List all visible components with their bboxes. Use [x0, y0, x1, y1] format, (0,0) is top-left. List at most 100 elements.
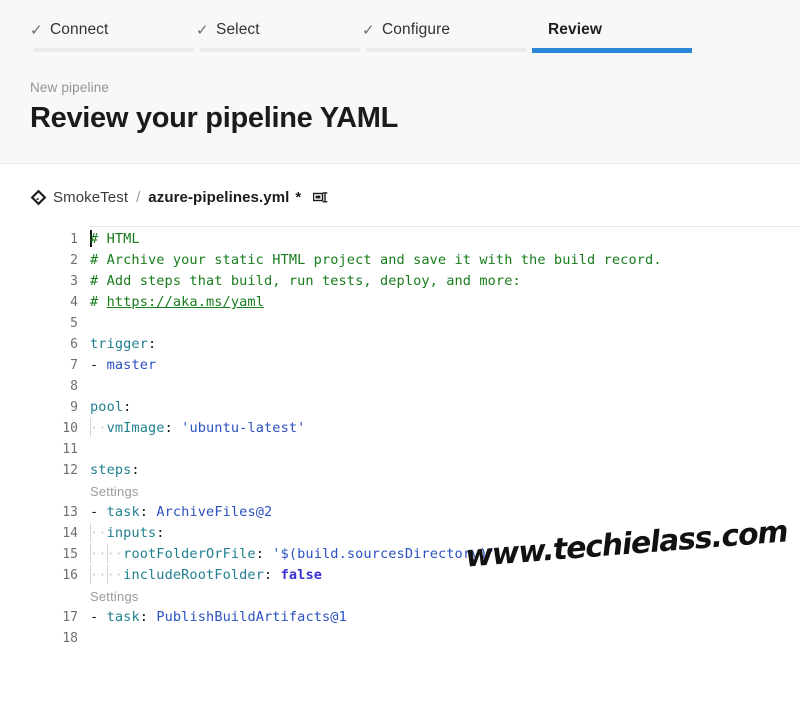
code-line-row: 11 [0, 439, 800, 460]
code-line-row: 5 [0, 313, 800, 334]
line-number: 18 [62, 631, 78, 646]
line-number: 9 [70, 400, 78, 415]
code-token: includeRootFolder [123, 567, 264, 583]
line-number: 12 [62, 463, 78, 478]
line-number: 17 [62, 610, 78, 625]
code-line-text: steps: [82, 460, 800, 481]
breadcrumb-repo-name[interactable]: SmokeTest [53, 189, 128, 206]
wizard-tab-review[interactable]: Review [528, 15, 694, 53]
breadcrumb-file-name[interactable]: azure-pipelines.yml [148, 189, 289, 206]
code-line-row: 6 trigger: [0, 334, 800, 355]
line-number: 7 [70, 358, 78, 373]
code-token: '$(build.sourcesDirectory)' [272, 546, 496, 562]
code-line-text: # Archive your static HTML project and s… [82, 250, 800, 271]
code-token: : [123, 399, 132, 415]
indent-space: ·· [90, 525, 107, 541]
code-token: : [255, 546, 264, 562]
code-line-text: # HTML [82, 229, 800, 250]
check-icon: ✓ [362, 21, 375, 39]
code-line-row: 1 # HTML [0, 229, 800, 250]
wizard-tab-select[interactable]: ✓ Select [196, 15, 362, 52]
code-token: ArchiveFiles@2 [156, 504, 273, 520]
wizard-tab-progress-rail [366, 48, 526, 52]
page-title: Review your pipeline YAML [30, 102, 398, 134]
code-line-row: 14 ··inputs: [0, 523, 800, 544]
code-token: # Archive your static HTML project and s… [90, 252, 662, 268]
codelens-settings-link[interactable]: Settings [82, 586, 800, 607]
code-token: # Add steps that build, run tests, deplo… [90, 273, 521, 289]
code-line-row: 12 steps: [0, 460, 800, 481]
indent-space: ·· [90, 420, 107, 436]
code-line-text: ····includeRootFolder: false [82, 565, 800, 586]
code-line-row: 13 - task: ArchiveFiles@2 [0, 502, 800, 523]
code-line-row: 10 ··vmImage: 'ubuntu-latest' [0, 418, 800, 439]
page-header: New pipeline Review your pipeline YAML [0, 56, 800, 164]
code-line-row: 16 ····includeRootFolder: false [0, 565, 800, 586]
code-token: vmImage [106, 420, 165, 436]
indent-space: ·· [106, 546, 124, 562]
rename-file-icon[interactable] [313, 190, 329, 205]
line-number: 2 [70, 253, 78, 268]
azure-repos-git-icon [30, 189, 47, 206]
line-number: 16 [62, 568, 78, 583]
code-line-text: - master [82, 355, 800, 376]
line-number: 15 [62, 547, 78, 562]
code-line-text: # https://aka.ms/yaml [82, 292, 800, 313]
code-line-row: 8 [0, 376, 800, 397]
wizard-tab-progress-rail [532, 48, 692, 53]
code-token: false [280, 567, 323, 583]
wizard-tab-configure[interactable]: ✓ Configure [362, 15, 528, 52]
wizard-tab-label: Connect [50, 21, 109, 38]
wizard-tab-progress-rail [200, 48, 360, 52]
code-token: steps [90, 462, 132, 478]
code-token: : [156, 525, 165, 541]
codelens-row[interactable]: Settings [0, 481, 800, 502]
code-line-row: 4 # https://aka.ms/yaml [0, 292, 800, 313]
code-line-text: ··inputs: [82, 523, 800, 544]
yaml-editor[interactable]: 1 # HTML 2 # Archive your static HTML proje… [0, 226, 800, 676]
code-token: : [139, 609, 149, 625]
check-icon: ✓ [30, 21, 43, 39]
wizard-tab-label: Review [548, 21, 603, 38]
line-number: 10 [62, 421, 78, 436]
code-token: # HTML [90, 231, 140, 247]
line-number: 6 [70, 337, 78, 352]
code-token: PublishBuildArtifacts@1 [156, 609, 347, 625]
code-token: : [139, 504, 149, 520]
code-token: rootFolderOrFile [123, 546, 256, 562]
code-token: : [131, 462, 140, 478]
codelens-settings-link[interactable]: Settings [82, 481, 800, 502]
code-line-row: 2 # Archive your static HTML project and … [0, 250, 800, 271]
code-line-row: 15 ····rootFolderOrFile: '$(build.sources… [0, 544, 800, 565]
code-line-row: 3 # Add steps that build, run tests, depl… [0, 271, 800, 292]
code-token: # [90, 294, 107, 310]
check-icon: ✓ [196, 21, 209, 39]
code-token: trigger [90, 336, 148, 352]
indent-space: ·· [90, 567, 107, 583]
indent-space: ·· [90, 546, 107, 562]
indent-space: ·· [106, 567, 124, 583]
wizard-tabs: ✓ Connect ✓ Select ✓ Configure Review [0, 0, 800, 56]
code-token: pool [90, 399, 124, 415]
breadcrumb-eyebrow: New pipeline [30, 80, 110, 95]
code-token[interactable]: https://aka.ms/yaml [107, 294, 264, 310]
code-line-text: - task: ArchiveFiles@2 [82, 502, 800, 523]
wizard-tab-connect[interactable]: ✓ Connect [30, 15, 196, 52]
code-token: Settings [90, 484, 139, 499]
wizard-step-bar: ✓ Connect ✓ Select ✓ Configure Review [0, 0, 800, 56]
code-token: task [106, 609, 140, 625]
code-token: : [164, 420, 173, 436]
code-lines: 1 # HTML 2 # Archive your static HTML proje… [0, 226, 800, 649]
code-line-text: # Add steps that build, run tests, deplo… [82, 271, 800, 292]
code-line-row: 9 pool: [0, 397, 800, 418]
codelens-row[interactable]: Settings [0, 586, 800, 607]
line-number: 1 [70, 232, 78, 247]
line-number: 11 [62, 442, 78, 457]
code-token: task [106, 504, 140, 520]
line-number: 5 [70, 316, 78, 331]
code-line-text: ····rootFolderOrFile: '$(build.sourcesDi… [82, 544, 800, 565]
